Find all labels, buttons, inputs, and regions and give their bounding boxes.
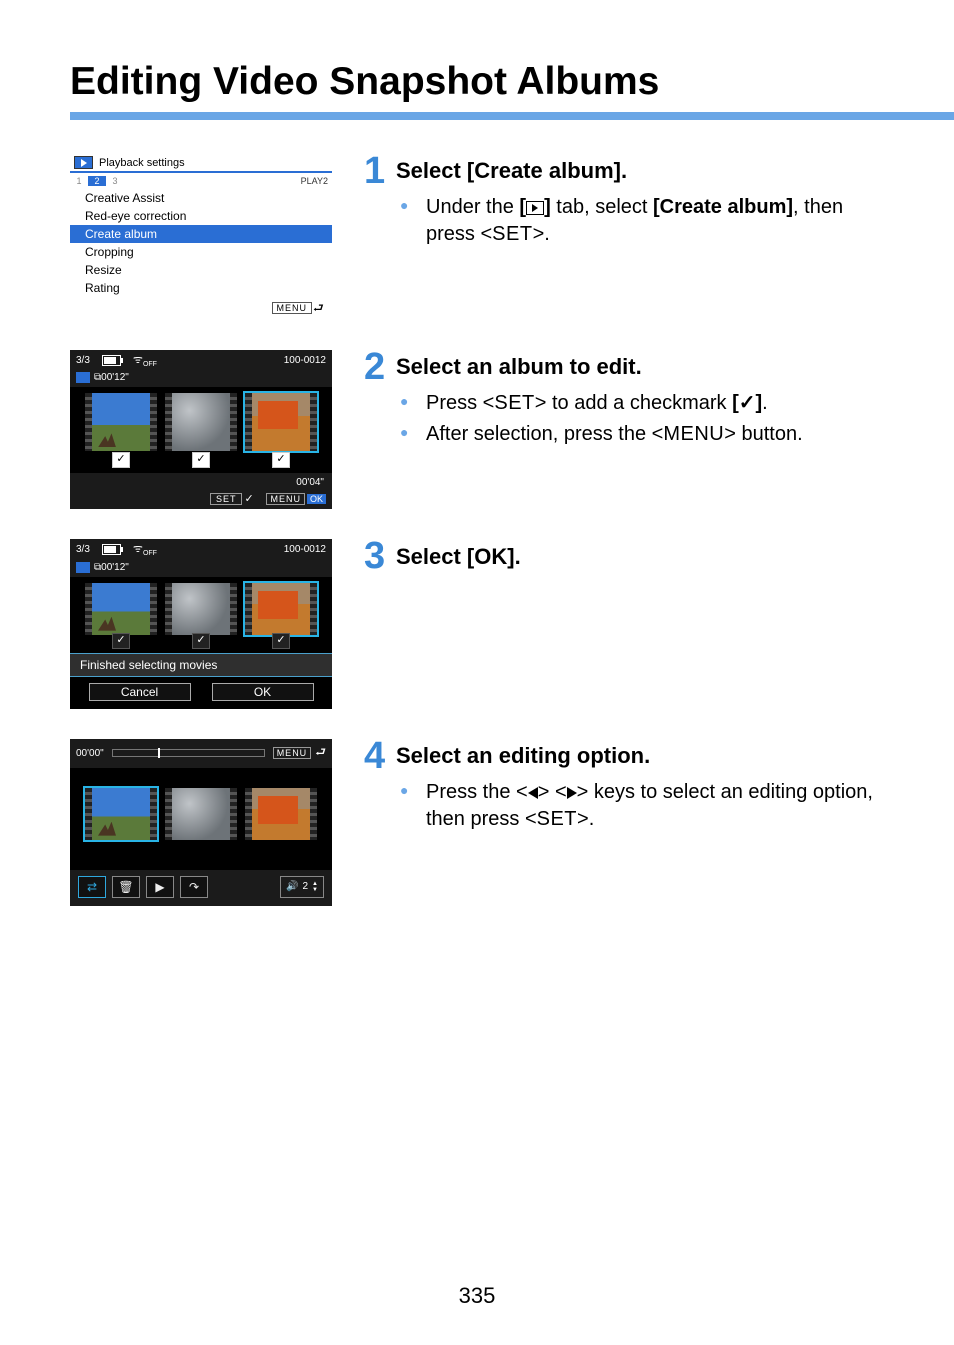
volume-value: 2 (302, 881, 308, 892)
volume-control[interactable]: 🔊 2 ▲▼ (280, 876, 324, 898)
step2-bullet1: Press <SET> to add a checkmark [✓]. (400, 390, 884, 417)
step-number-4: 4 (364, 739, 390, 773)
thumb-1: ✓ (85, 393, 157, 451)
file-number: 100-0012 (284, 544, 326, 555)
cancel-button[interactable]: Cancel (89, 683, 191, 701)
step-number-2: 2 (364, 350, 390, 384)
menu-item-rating: Rating (70, 279, 332, 297)
page-number: 335 (0, 1283, 954, 1309)
total-duration: 00'12" (101, 562, 129, 573)
step1-bullet1: Under the [] tab, select [Create album],… (400, 194, 884, 248)
speaker-icon: 🔊 (286, 881, 298, 892)
thumb-2 (165, 788, 237, 840)
confirm-message: Finished selecting movies (70, 653, 332, 677)
tool-arrange-icon[interactable]: ⇄ (78, 876, 106, 898)
progress-bar (112, 749, 265, 757)
snapshot-duration: 00'04" (296, 477, 324, 488)
thumb-3 (245, 788, 317, 840)
step-heading-3: Select [OK]. (396, 544, 521, 570)
thumb-3: ✓ (245, 393, 317, 451)
subtab-2: 2 (88, 176, 106, 186)
step-heading-4: Select an editing option. (396, 743, 650, 769)
playback-icon (526, 201, 544, 215)
album-select-screenshot: 3/3 ᯤOFF 100-0012 ⧉00'12" ✓ ✓ ✓ 00'04" (70, 350, 332, 509)
menu-item-creative-assist: Creative Assist (70, 189, 332, 207)
step-heading-1: Select [Create album]. (396, 158, 627, 184)
menu-item-resize: Resize (70, 261, 332, 279)
menu-screenshot: Playback settings 1 2 3 PLAY2 Creative A… (70, 154, 332, 320)
menu-header: Playback settings (99, 157, 185, 169)
battery-icon (102, 355, 121, 366)
check-icon: ✓ (244, 492, 253, 505)
check-icon: ✓ (112, 633, 130, 649)
confirm-screenshot: 3/3 ᯤOFF 100-0012 ⧉00'12" ✓ ✓ ✓ Finished… (70, 539, 332, 708)
file-number: 100-0012 (284, 355, 326, 366)
right-arrow-icon (567, 787, 577, 799)
ok-badge: OK (307, 494, 326, 504)
page-title: Editing Video Snapshot Albums (70, 60, 884, 104)
subtab-3: 3 (106, 176, 124, 186)
return-icon (314, 303, 326, 313)
edit-screenshot: 00'00" MENU⮐ ⇄ 🗑 ▶ ↷ (70, 739, 332, 906)
set-label: SET (210, 493, 243, 505)
tool-delete-icon[interactable]: 🗑 (112, 876, 140, 898)
step-number-1: 1 (364, 154, 390, 188)
movie-icon (76, 562, 90, 573)
total-duration: 00'12" (101, 372, 129, 383)
menu-item-create-album: Create album (70, 225, 332, 243)
check-icon: ✓ (112, 452, 130, 468)
subtab-1: 1 (70, 176, 88, 186)
tool-play-icon[interactable]: ▶ (146, 876, 174, 898)
check-icon: ✓ (272, 452, 290, 468)
thumb-1: ✓ (85, 583, 157, 635)
tool-save-icon[interactable]: ↷ (180, 876, 208, 898)
thumb-3: ✓ (245, 583, 317, 635)
thumb-1 (85, 788, 157, 840)
volume-arrows-icon: ▲▼ (312, 881, 318, 893)
movie-icon (76, 372, 90, 383)
menu-label: MENU (273, 747, 312, 759)
left-arrow-icon (528, 787, 538, 799)
return-icon: ⮐ (315, 743, 326, 764)
step4-bullet1: Press the <> <> keys to select an editin… (400, 779, 884, 833)
thumb-2: ✓ (165, 583, 237, 635)
title-rule (70, 112, 954, 120)
battery-icon (102, 544, 121, 555)
menu-label: MENU (266, 493, 305, 505)
step-number-3: 3 (364, 539, 390, 573)
step-heading-2: Select an album to edit. (396, 354, 642, 380)
edit-time: 00'00" (76, 748, 104, 759)
menu-item-cropping: Cropping (70, 243, 332, 261)
frame-counter: 3/3 (76, 355, 90, 366)
step2-bullet2: After selection, press the <MENU> button… (400, 421, 884, 448)
check-icon: ✓ (192, 633, 210, 649)
thumb-2: ✓ (165, 393, 237, 451)
menu-button-label: MENU (272, 302, 313, 314)
subtab-label: PLAY2 (301, 176, 328, 186)
check-icon: ✓ (192, 452, 210, 468)
check-icon: ✓ (272, 633, 290, 649)
menu-item-redeye: Red-eye correction (70, 207, 332, 225)
ok-button[interactable]: OK (212, 683, 314, 701)
wifi-icon: ᯤOFF (133, 541, 157, 557)
wifi-icon: ᯤOFF (133, 352, 157, 368)
frame-counter: 3/3 (76, 544, 90, 555)
playback-tab-icon (74, 156, 93, 169)
